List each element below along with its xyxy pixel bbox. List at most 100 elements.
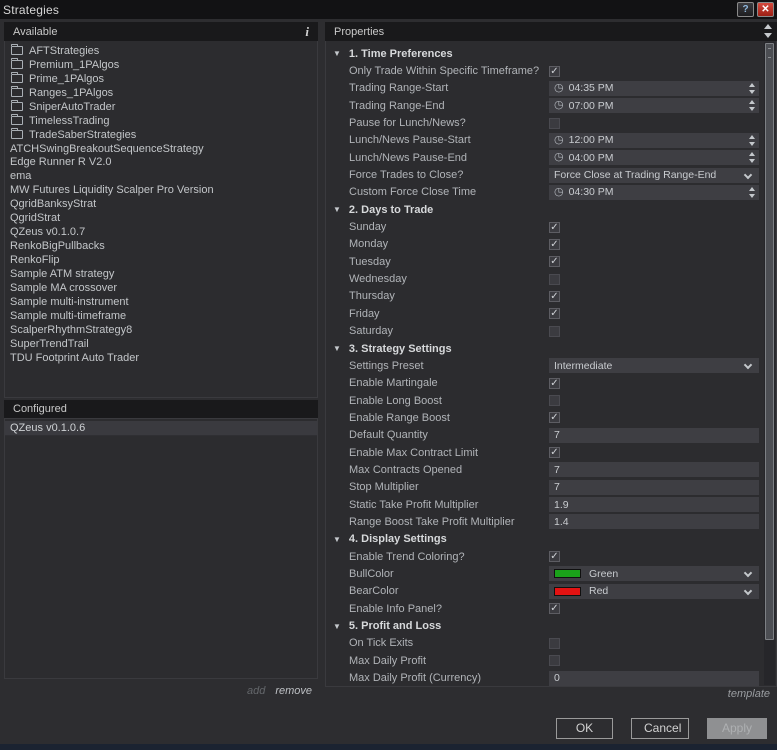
spin-down-icon[interactable] xyxy=(749,142,755,146)
available-strategy-item[interactable]: QgridBanksyStrat xyxy=(5,197,317,211)
properties-scrollbar[interactable] xyxy=(764,42,775,685)
property-row: Default Quantity7 xyxy=(326,427,764,444)
available-strategy-item[interactable]: ScalperRhythmStrategy8 xyxy=(5,323,317,337)
available-strategy-item[interactable]: RenkoBigPullbacks xyxy=(5,239,317,253)
available-strategy-item[interactable]: Sample multi-timeframe xyxy=(5,309,317,323)
checkbox[interactable]: ✓ xyxy=(549,66,560,77)
checkbox[interactable]: ✓ xyxy=(549,447,560,458)
available-strategy-item[interactable]: SuperTrendTrail xyxy=(5,337,317,351)
checkbox[interactable] xyxy=(549,118,560,129)
ok-button[interactable]: OK xyxy=(556,718,613,739)
text-input[interactable]: 0 xyxy=(549,671,759,686)
close-icon[interactable]: ✕ xyxy=(757,2,774,17)
available-strategy-item[interactable]: Ranges_1PAlgos xyxy=(5,86,317,100)
scroll-arrows[interactable] xyxy=(762,24,774,38)
available-strategy-item[interactable]: Prime_1PAlgos xyxy=(5,72,317,86)
spinner[interactable] xyxy=(749,135,755,146)
available-strategy-item[interactable]: SniperAutoTrader xyxy=(5,100,317,114)
property-row: BullColorGreen xyxy=(326,565,764,582)
checkbox[interactable] xyxy=(549,638,560,649)
available-strategy-item[interactable]: TDU Footprint Auto Trader xyxy=(5,351,317,365)
text-input[interactable]: 7 xyxy=(549,480,759,495)
spinner[interactable] xyxy=(749,187,755,198)
text-input[interactable]: 1.4 xyxy=(549,514,759,529)
available-strategy-item[interactable]: Sample MA crossover xyxy=(5,281,317,295)
checkbox[interactable]: ✓ xyxy=(549,551,560,562)
dropdown[interactable]: Green xyxy=(549,566,759,581)
checkbox[interactable]: ✓ xyxy=(549,308,560,319)
configured-strategy-list[interactable]: QZeus v0.1.0.6 xyxy=(4,418,318,679)
available-strategy-item[interactable]: Sample ATM strategy xyxy=(5,267,317,281)
available-strategy-item[interactable]: TradeSaberStrategies xyxy=(5,128,317,142)
available-strategy-item[interactable]: RenkoFlip xyxy=(5,253,317,267)
checkbox[interactable]: ✓ xyxy=(549,256,560,267)
checkbox[interactable] xyxy=(549,326,560,337)
dropdown[interactable]: Intermediate xyxy=(549,358,759,373)
time-input[interactable]: ◷04:30 PM xyxy=(549,185,759,200)
available-strategy-item[interactable]: ema xyxy=(5,169,317,183)
dropdown[interactable]: Force Close at Trading Range-End xyxy=(549,168,759,183)
time-input[interactable]: ◷04:35 PM xyxy=(549,81,759,96)
spin-up-icon[interactable] xyxy=(749,152,755,156)
available-strategy-item[interactable]: ATCHSwingBreakoutSequenceStrategy xyxy=(5,142,317,156)
available-strategy-item[interactable]: Premium_1PAlgos xyxy=(5,58,317,72)
spinner[interactable] xyxy=(749,152,755,163)
property-value: ✓ xyxy=(549,66,759,77)
checkbox[interactable]: ✓ xyxy=(549,378,560,389)
section-header[interactable]: ▼3. Strategy Settings xyxy=(326,340,764,357)
available-strategy-item[interactable]: Edge Runner R V2.0 xyxy=(5,156,317,170)
spin-up-icon[interactable] xyxy=(749,135,755,139)
cancel-button[interactable]: Cancel xyxy=(631,718,689,739)
property-row: Wednesday xyxy=(326,270,764,287)
spin-down-icon[interactable] xyxy=(749,159,755,163)
checkbox[interactable] xyxy=(549,655,560,666)
text-input[interactable]: 7 xyxy=(549,462,759,477)
remove-link[interactable]: remove xyxy=(275,685,312,697)
section-header[interactable]: ▼1. Time Preferences xyxy=(326,45,764,62)
available-strategy-item[interactable]: Sample multi-instrument xyxy=(5,295,317,309)
section-header[interactable]: ▼4. Display Settings xyxy=(326,531,764,548)
available-strategy-item[interactable]: AFTStrategies xyxy=(5,44,317,58)
scrollbar-thumb[interactable] xyxy=(765,43,774,640)
available-strategy-item[interactable]: QgridStrat xyxy=(5,211,317,225)
available-strategy-item[interactable]: QZeus v0.1.0.7 xyxy=(5,225,317,239)
dropdown[interactable]: Red xyxy=(549,584,759,599)
spinner[interactable] xyxy=(749,83,755,94)
text-input[interactable]: 7 xyxy=(549,428,759,443)
spinner[interactable] xyxy=(749,100,755,111)
spin-up-icon[interactable] xyxy=(749,187,755,191)
section-header[interactable]: ▼5. Profit and Loss xyxy=(326,617,764,634)
available-strategy-item[interactable]: MW Futures Liquidity Scalper Pro Version xyxy=(5,183,317,197)
spin-up-icon[interactable] xyxy=(749,83,755,87)
checkbox[interactable] xyxy=(549,274,560,285)
info-icon[interactable]: i xyxy=(305,24,309,40)
property-label: Monday xyxy=(326,238,549,250)
add-link[interactable]: add xyxy=(247,685,265,697)
checkbox[interactable]: ✓ xyxy=(549,239,560,250)
scroll-down-icon[interactable] xyxy=(764,33,772,38)
time-input[interactable]: ◷04:00 PM xyxy=(549,150,759,165)
spin-up-icon[interactable] xyxy=(749,100,755,104)
time-input[interactable]: ◷07:00 PM xyxy=(549,98,759,113)
apply-button[interactable]: Apply xyxy=(707,718,767,739)
configured-strategy-item[interactable]: QZeus v0.1.0.6 xyxy=(5,421,317,436)
checkbox[interactable]: ✓ xyxy=(549,412,560,423)
time-input[interactable]: ◷12:00 PM xyxy=(549,133,759,148)
folder-icon xyxy=(11,130,23,139)
spin-down-icon[interactable] xyxy=(749,194,755,198)
scroll-up-icon[interactable] xyxy=(764,24,772,29)
available-strategy-list[interactable]: AFTStrategiesPremium_1PAlgosPrime_1PAlgo… xyxy=(4,41,318,398)
checkbox[interactable]: ✓ xyxy=(549,603,560,614)
available-strategy-item[interactable]: TimelessTrading xyxy=(5,114,317,128)
checkbox[interactable] xyxy=(549,395,560,406)
spin-down-icon[interactable] xyxy=(749,107,755,111)
title-bar[interactable]: Strategies ? ✕ xyxy=(0,0,777,19)
checkbox[interactable]: ✓ xyxy=(549,222,560,233)
text-input[interactable]: 1.9 xyxy=(549,497,759,512)
section-header[interactable]: ▼2. Days to Trade xyxy=(326,201,764,218)
checkbox[interactable]: ✓ xyxy=(549,291,560,302)
template-link[interactable]: template xyxy=(325,688,770,700)
spin-down-icon[interactable] xyxy=(749,90,755,94)
configured-header-label: Configured xyxy=(13,403,67,415)
help-icon[interactable]: ? xyxy=(737,2,754,17)
